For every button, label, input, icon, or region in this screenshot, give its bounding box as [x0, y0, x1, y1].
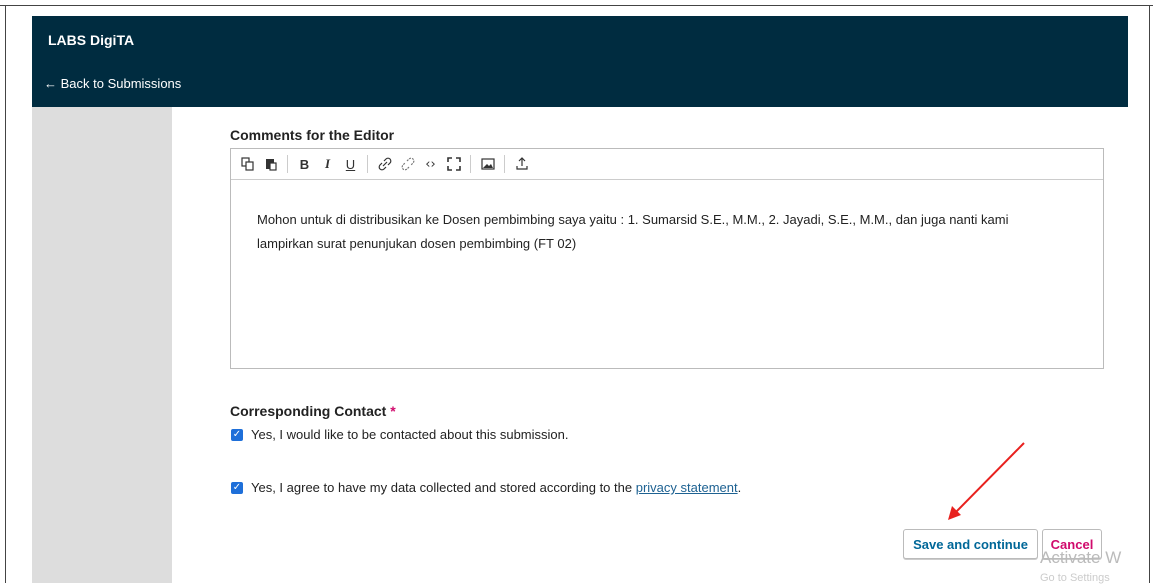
- toolbar-separator: [470, 155, 471, 173]
- site-brand[interactable]: LABS DigiTA: [48, 32, 134, 48]
- top-header: LABS DigiTA ← Back to Submissions: [32, 16, 1128, 107]
- editor-toolbar: B I U ‹›: [231, 149, 1103, 180]
- upload-icon[interactable]: [511, 154, 532, 175]
- image-icon[interactable]: [477, 154, 498, 175]
- left-sidebar: [32, 107, 172, 583]
- italic-icon[interactable]: I: [317, 154, 338, 175]
- privacy-consent-text: Yes, I agree to have my data collected a…: [251, 480, 633, 495]
- corresponding-contact-text: Corresponding Contact: [230, 403, 387, 419]
- window-border-top: [0, 5, 1153, 6]
- bold-icon[interactable]: B: [294, 154, 315, 175]
- window-border-right: [1149, 5, 1150, 583]
- toolbar-separator: [367, 155, 368, 173]
- fullscreen-icon[interactable]: [443, 154, 464, 175]
- annotation-arrow-icon: [948, 442, 1025, 520]
- comments-editor[interactable]: B I U ‹› Mohon untuk di distribusikan ke…: [230, 148, 1104, 369]
- editor-content[interactable]: Mohon untuk di distribusikan ke Dosen pe…: [231, 180, 1061, 256]
- corresponding-contact-label: Corresponding Contact *: [230, 403, 396, 419]
- save-and-continue-button[interactable]: Save and continue: [903, 529, 1038, 559]
- app-window: LABS DigiTA ← Back to Submissions Commen…: [0, 0, 1153, 584]
- contact-consent-checkbox[interactable]: ✓: [231, 428, 243, 441]
- comments-label: Comments for the Editor: [230, 127, 395, 143]
- contact-consent-label: Yes, I would like to be contacted about …: [251, 427, 569, 442]
- paste-icon[interactable]: [260, 154, 281, 175]
- privacy-consent-label: Yes, I agree to have my data collected a…: [251, 480, 741, 495]
- window-border-left: [5, 5, 6, 583]
- contact-consent-row[interactable]: ✓ Yes, I would like to be contacted abou…: [231, 427, 568, 442]
- privacy-consent-row[interactable]: ✓ Yes, I agree to have my data collected…: [231, 480, 741, 495]
- code-icon[interactable]: ‹›: [420, 154, 441, 175]
- toolbar-separator: [504, 155, 505, 173]
- activation-watermark: Activate W: [1040, 548, 1122, 567]
- activation-watermark-subtext: Go to Settings: [1040, 572, 1110, 584]
- toolbar-separator: [287, 155, 288, 173]
- underline-icon[interactable]: U: [340, 154, 361, 175]
- back-to-submissions-link[interactable]: ← Back to Submissions: [44, 76, 181, 91]
- copy-icon[interactable]: [237, 154, 258, 175]
- privacy-consent-period: .: [737, 480, 742, 495]
- privacy-consent-checkbox[interactable]: ✓: [231, 481, 243, 494]
- privacy-statement-link[interactable]: privacy statement: [636, 480, 738, 495]
- required-mark: *: [390, 403, 396, 419]
- unlink-icon[interactable]: [397, 154, 418, 175]
- link-icon[interactable]: [374, 154, 395, 175]
